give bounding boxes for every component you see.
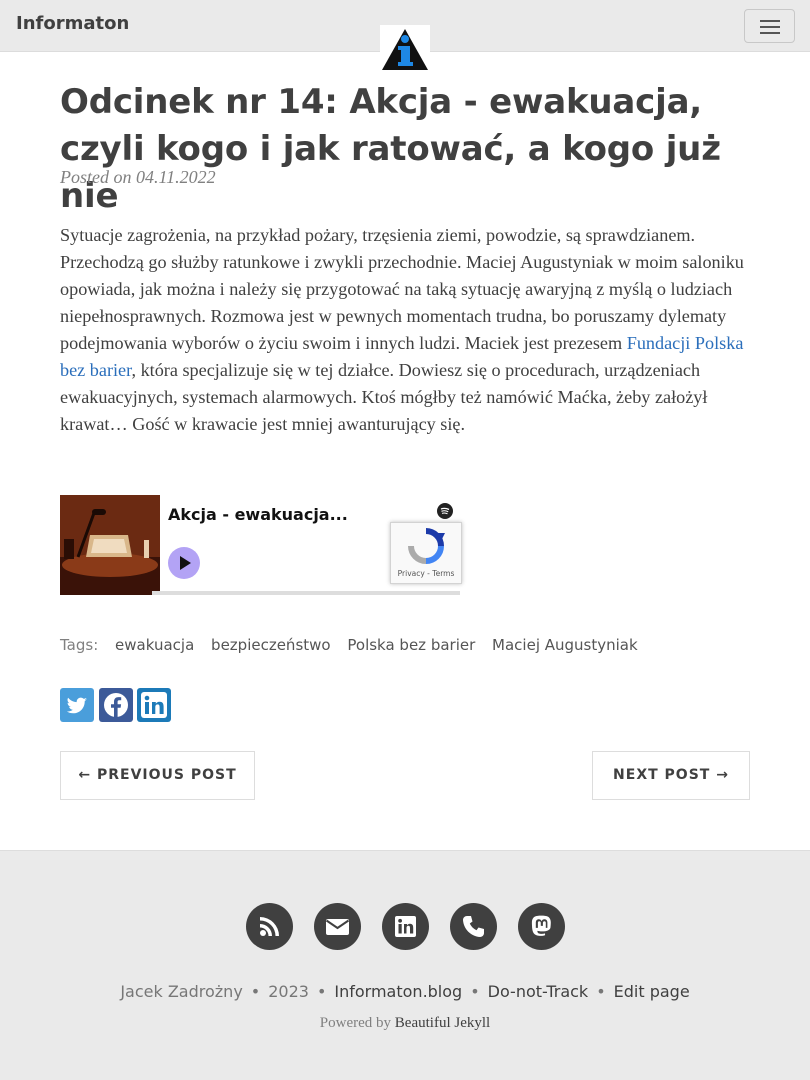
tags-label: Tags: [60, 636, 99, 654]
phone-icon [463, 916, 484, 937]
edit-page-link[interactable]: Edit page [614, 982, 690, 1001]
footer: Jacek Zadrożny • 2023 • Informaton.blog • Do-n… [0, 850, 810, 1080]
footer-year: 2023 [268, 982, 309, 1001]
player-progress-bar[interactable] [152, 591, 460, 595]
post-title: Odcinek nr 14: Akcja - ewakuacja, czyli … [60, 82, 721, 216]
phone-link[interactable] [450, 903, 497, 950]
tag-link[interactable]: Polska bez barier [347, 636, 475, 654]
episode-title: Akcja - ewakuacja... [168, 505, 348, 524]
facebook-share-button[interactable] [99, 688, 133, 722]
play-icon[interactable] [168, 547, 200, 579]
rss-link[interactable] [246, 903, 293, 950]
hamburger-line [760, 32, 780, 34]
footer-bullet: • [470, 982, 480, 1001]
post-date: Posted on 04.11.2022 [60, 167, 216, 187]
recaptcha-text[interactable]: Privacy - Terms [391, 569, 461, 578]
hamburger-line [760, 26, 780, 28]
twitter-icon [66, 697, 87, 714]
post-body: Sytuacje zagrożenia, na przykład pożary,… [60, 222, 760, 438]
podcast-cover-image [60, 495, 160, 595]
menu-toggle-button[interactable] [744, 9, 795, 43]
spotify-player: Akcja - ewakuacja... Privacy - Terms [60, 495, 462, 595]
linkedin-icon [395, 916, 416, 937]
envelope-icon [325, 919, 350, 935]
mastodon-icon [531, 915, 551, 936]
email-link[interactable] [314, 903, 361, 950]
mastodon-link[interactable] [518, 903, 565, 950]
footer-author: Jacek Zadrożny [120, 982, 243, 1001]
footer-credits: Jacek Zadrożny • 2023 • Informaton.blog • Do-n… [0, 982, 810, 1001]
footer-bullet: • [250, 982, 261, 1001]
powered-by: Powered by Beautiful Jekyll [0, 1015, 810, 1032]
twitter-share-button[interactable] [60, 688, 94, 722]
linkedin-share-button[interactable] [137, 688, 171, 722]
facebook-icon [104, 693, 128, 717]
footer-bullet: • [596, 982, 606, 1001]
next-post-button[interactable]: NEXT POST → [592, 751, 750, 800]
spotify-icon[interactable] [437, 503, 453, 519]
rss-icon [260, 917, 279, 936]
tags: Tags: ewakuacja bezpieczeństwo Polska be… [60, 636, 638, 654]
beautiful-jekyll-link[interactable]: Beautiful Jekyll [395, 1015, 490, 1031]
footer-bullet: • [316, 982, 327, 1001]
hamburger-menu-icon [760, 20, 780, 22]
previous-post-button[interactable]: ← PREVIOUS POST [60, 751, 255, 800]
linkedin-icon [141, 692, 167, 718]
tag-link[interactable]: bezpieczeństwo [211, 636, 331, 654]
brand-link[interactable]: Informaton [16, 13, 129, 34]
post-body-text-continued: , która specjalizuje się w tej działce. … [60, 360, 708, 434]
footer-dnt-link[interactable]: Do-not-Track [488, 982, 589, 1001]
recaptcha-icon [408, 528, 445, 564]
powered-by-prefix: Powered by [319, 1015, 395, 1031]
tag-link[interactable]: ewakuacja [115, 636, 194, 654]
tag-link[interactable]: Maciej Augustyniak [492, 636, 638, 654]
recaptcha-badge[interactable]: Privacy - Terms [390, 522, 462, 584]
info-triangle-logo-icon[interactable] [380, 25, 430, 72]
footer-site-link[interactable]: Informaton.blog [334, 982, 462, 1001]
linkedin-link[interactable] [382, 903, 429, 950]
